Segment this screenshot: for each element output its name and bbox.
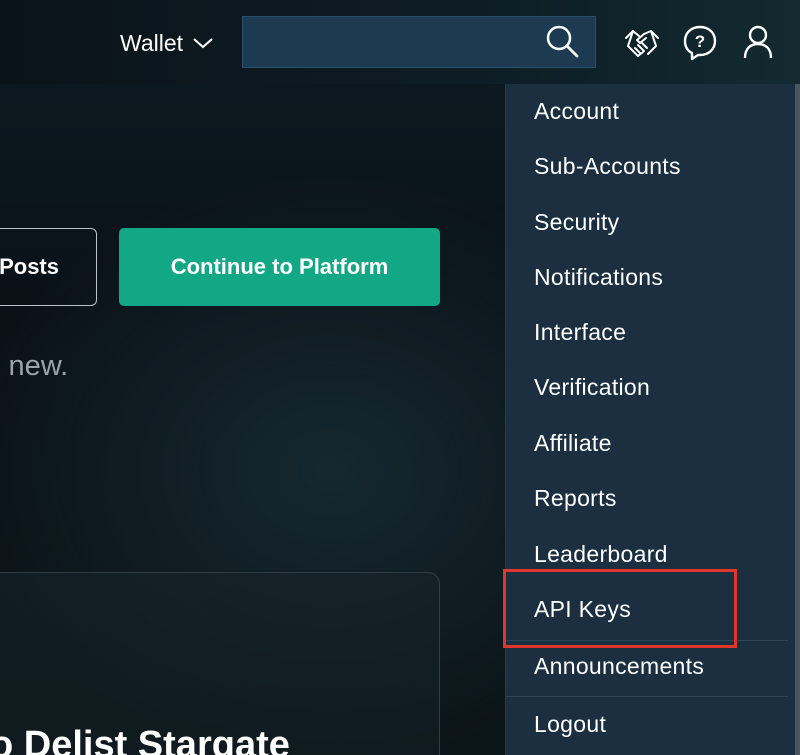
search-input[interactable]: [243, 17, 533, 67]
hero-subtitle: s new.: [0, 350, 69, 382]
menu-item-logout[interactable]: Logout: [534, 711, 606, 738]
menu-divider: [506, 696, 788, 697]
user-icon[interactable]: [742, 24, 774, 60]
menu-item-announcements[interactable]: Announcements: [534, 653, 704, 680]
menu-item-leaderboard[interactable]: Leaderboard: [534, 541, 668, 568]
handshake-icon[interactable]: [624, 26, 660, 60]
top-navigation-bar: Wallet ?: [0, 0, 800, 84]
menu-item-notifications[interactable]: Notifications: [534, 264, 663, 291]
help-icon[interactable]: ?: [682, 24, 718, 62]
menu-item-sub-accounts[interactable]: Sub-Accounts: [534, 153, 681, 180]
account-dropdown-menu: Account Sub-Accounts Security Notificati…: [505, 84, 795, 755]
continue-to-platform-button[interactable]: Continue to Platform: [119, 228, 440, 306]
wallet-menu[interactable]: Wallet: [120, 28, 215, 58]
menu-item-account[interactable]: Account: [534, 98, 619, 125]
svg-text:?: ?: [695, 32, 705, 51]
menu-item-reports[interactable]: Reports: [534, 485, 617, 512]
search-box[interactable]: [242, 16, 596, 68]
wallet-label: Wallet: [120, 29, 184, 56]
menu-item-interface[interactable]: Interface: [534, 319, 626, 346]
menu-item-api-keys[interactable]: API Keys: [534, 596, 631, 623]
chevron-down-icon: [193, 38, 213, 49]
menu-item-security[interactable]: Security: [534, 209, 619, 236]
menu-item-affiliate[interactable]: Affiliate: [534, 430, 612, 457]
search-icon[interactable]: [545, 24, 581, 60]
menu-divider: [506, 640, 788, 641]
posts-button[interactable]: Posts: [0, 228, 97, 306]
scrollbar[interactable]: [795, 84, 800, 755]
announcement-title: o Delist Stargate: [0, 724, 290, 755]
menu-item-verification[interactable]: Verification: [534, 374, 650, 401]
